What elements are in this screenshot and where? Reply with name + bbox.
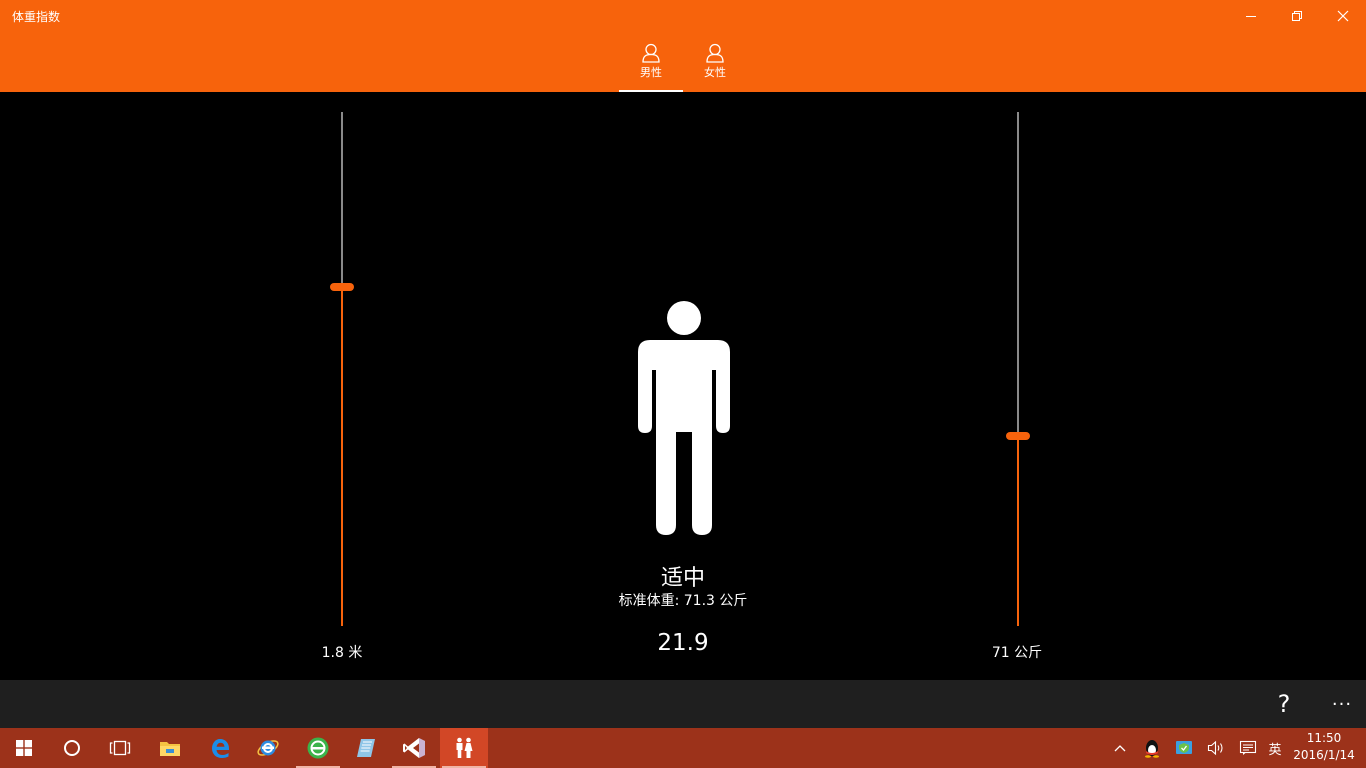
- clock-time: 11:50: [1306, 731, 1342, 745]
- notepad-icon: [357, 739, 375, 757]
- main-content: 1.8 米 71 公斤 适中 标准体重: 71.3 公斤 21.9: [0, 92, 1366, 680]
- close-button[interactable]: [1320, 0, 1366, 32]
- task-view-button[interactable]: [96, 728, 144, 768]
- close-icon: [1337, 10, 1349, 22]
- start-icon: [16, 740, 32, 756]
- show-hidden-icons-button[interactable]: [1108, 728, 1132, 768]
- height-slider[interactable]: [322, 112, 362, 626]
- tab-male-label: 男性: [640, 66, 662, 79]
- tab-female-label: 女性: [704, 66, 726, 79]
- action-center-button[interactable]: [1236, 728, 1260, 768]
- input-method-indicator[interactable]: 英: [1264, 728, 1286, 768]
- male-user-icon: [642, 43, 660, 63]
- bmi-status: 适中: [660, 566, 705, 591]
- taskbar-clock[interactable]: 11:50 2016/1/14: [1286, 730, 1362, 766]
- chevron-up-icon: [1114, 745, 1126, 752]
- internet-explorer-icon: [257, 740, 279, 756]
- restore-button[interactable]: [1274, 0, 1320, 32]
- weight-slider[interactable]: [998, 112, 1038, 626]
- height-slider-track: [341, 112, 343, 287]
- visual-studio-button[interactable]: [390, 728, 438, 768]
- visual-studio-icon: [403, 738, 425, 758]
- taskbar: 英 11:50 2016/1/14: [0, 728, 1366, 768]
- bmi-app-icon: [456, 737, 473, 758]
- weight-slider-thumb[interactable]: [1006, 432, 1030, 440]
- file-explorer-icon: [160, 742, 180, 756]
- bmi-app-button[interactable]: [440, 728, 488, 768]
- minimize-button[interactable]: [1228, 0, 1274, 32]
- file-explorer-button[interactable]: [146, 728, 194, 768]
- height-slider-fill: [341, 287, 343, 626]
- restore-icon: [1292, 11, 1302, 21]
- browser-360-button[interactable]: [294, 728, 342, 768]
- edge-button[interactable]: [196, 728, 244, 768]
- height-slider-thumb[interactable]: [330, 283, 354, 291]
- clock-date: 2016/1/14: [1293, 748, 1355, 762]
- more-options-button[interactable]: ···: [1320, 686, 1364, 722]
- edge-icon: [212, 739, 229, 758]
- standard-weight: 标准体重: 71.3 公斤: [618, 593, 748, 609]
- weight-slider-fill: [1017, 436, 1019, 626]
- volume-button[interactable]: [1204, 728, 1228, 768]
- female-user-icon: [706, 43, 724, 63]
- browser-360-icon: [307, 737, 329, 759]
- cortana-icon: [64, 740, 80, 756]
- security-shield-icon: [1176, 741, 1192, 754]
- weight-slider-track: [1017, 112, 1019, 436]
- start-button[interactable]: [0, 728, 48, 768]
- tab-male[interactable]: 男性: [619, 40, 683, 92]
- notepad-button[interactable]: [342, 728, 390, 768]
- title-bar: 体重指数 男性 女性: [0, 0, 1366, 92]
- bmi-app-window: 体重指数 男性 女性 1.8 米 71 公斤 适中 标准体重: 71.3 公斤 …: [0, 0, 1366, 768]
- cortana-button[interactable]: [48, 728, 96, 768]
- tab-female[interactable]: 女性: [683, 40, 747, 92]
- notification-icon: [1239, 740, 1257, 755]
- height-value: 1.8 米: [321, 645, 363, 661]
- qq-penguin-icon: [1145, 740, 1159, 758]
- app-bar: ? ···: [0, 680, 1366, 728]
- internet-explorer-button[interactable]: [244, 728, 292, 768]
- security-tray-button[interactable]: [1172, 728, 1196, 768]
- weight-value: 71 公斤: [991, 645, 1043, 661]
- speaker-icon: [1207, 740, 1223, 756]
- app-title: 体重指数: [12, 10, 61, 24]
- qq-tray-button[interactable]: [1140, 728, 1164, 768]
- bmi-value: 21.9: [657, 630, 709, 656]
- male-figure-icon: [638, 301, 730, 535]
- task-view-icon: [109, 740, 131, 756]
- help-button[interactable]: ?: [1262, 686, 1306, 722]
- minimize-icon: [1246, 16, 1256, 17]
